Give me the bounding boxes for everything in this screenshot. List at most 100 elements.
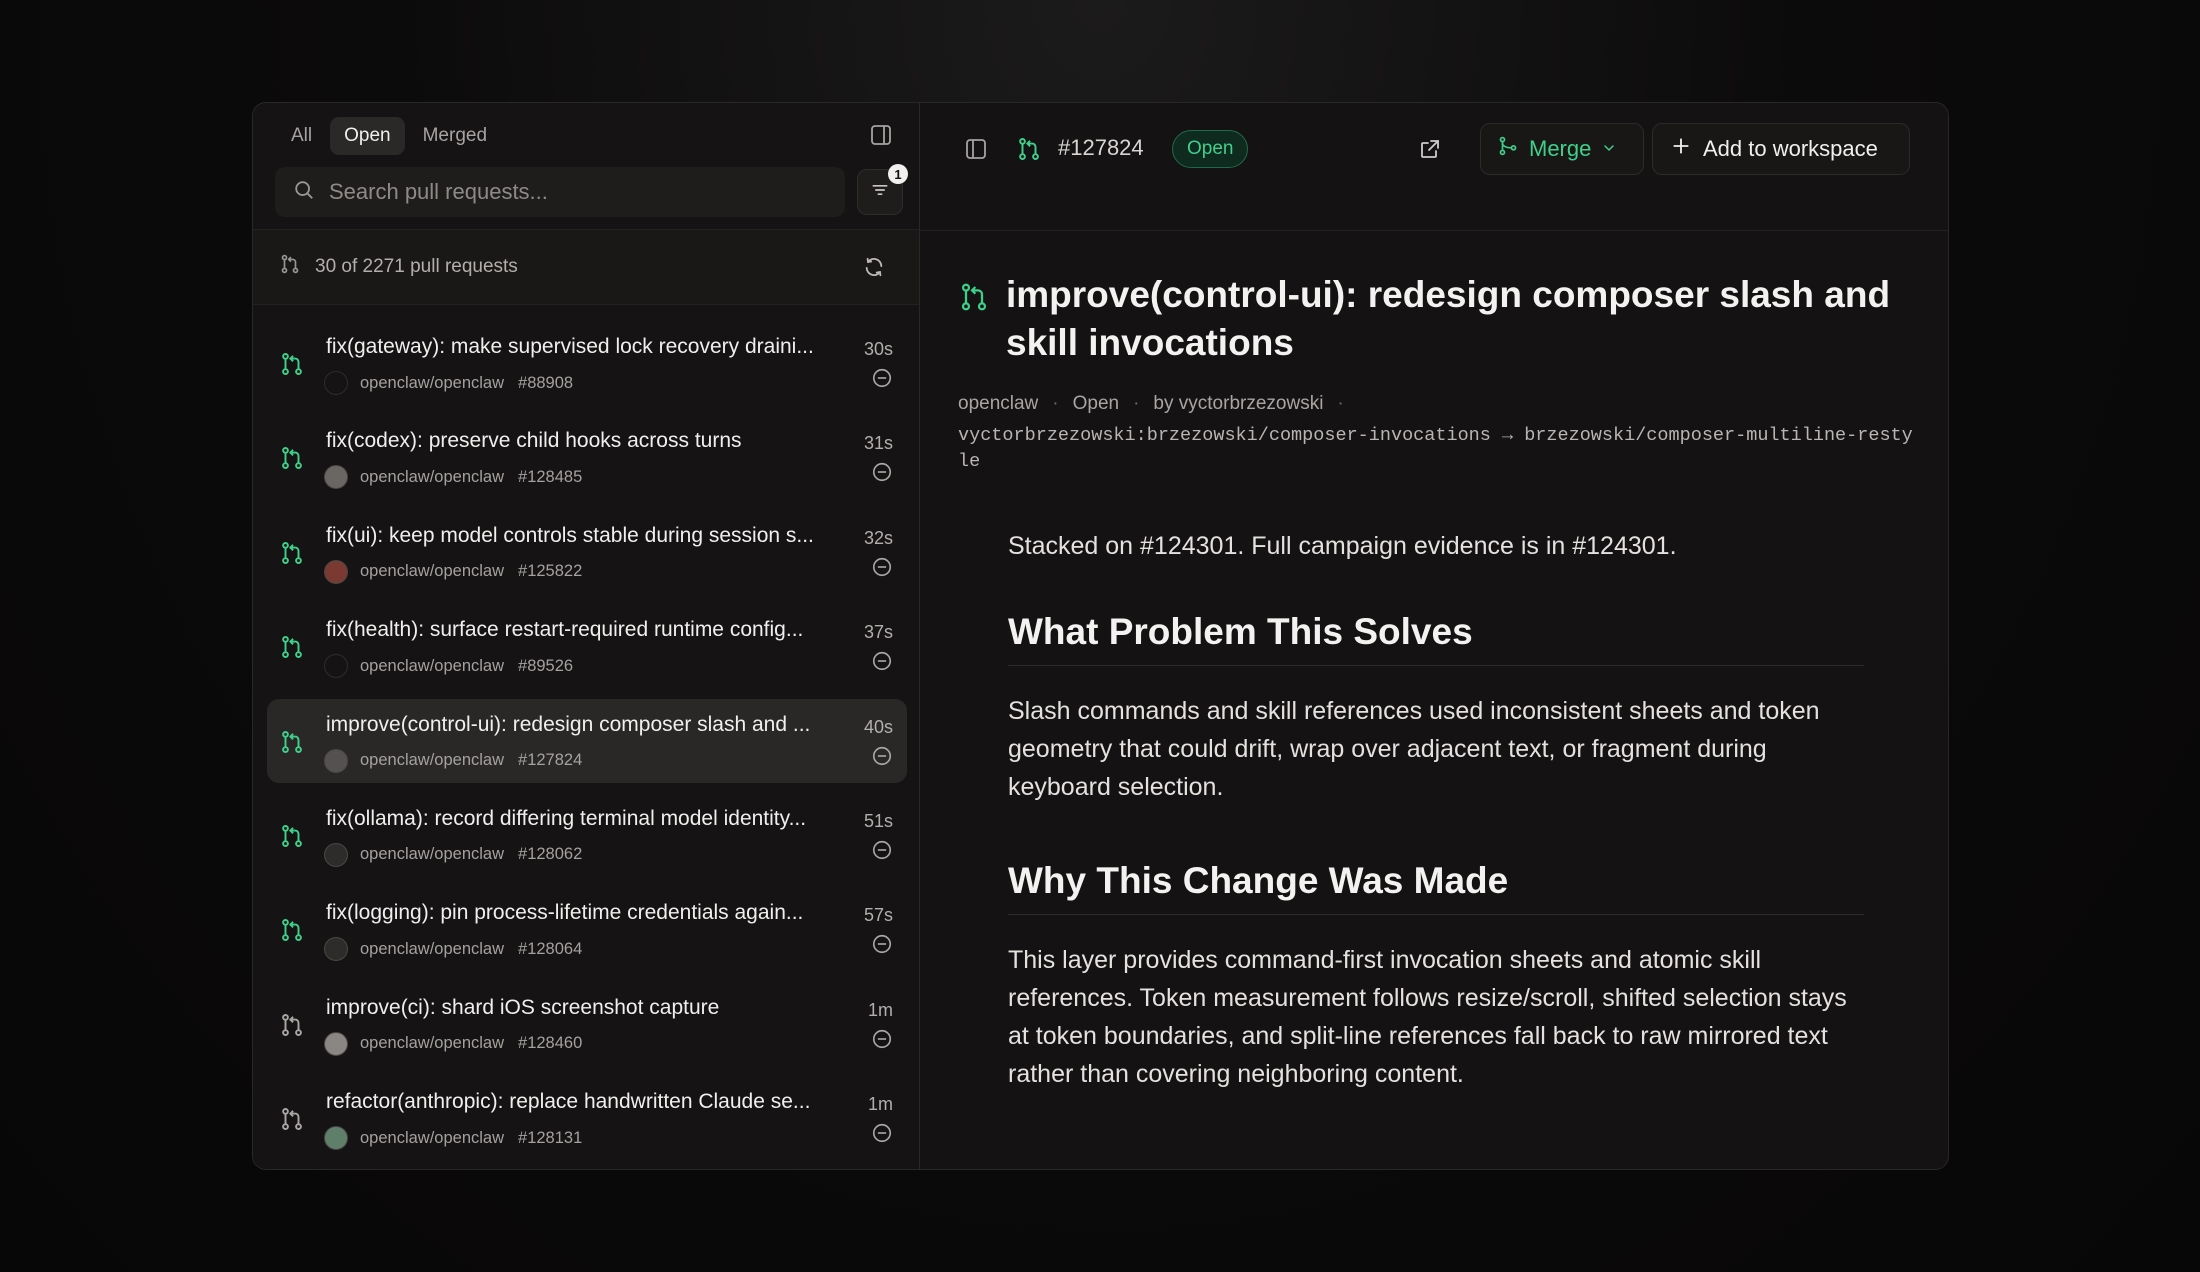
separator: · (1133, 393, 1140, 414)
pr-detail-meta: openclaw · Open · by vyctorbrzezowski · (958, 393, 1344, 415)
pr-time: 37s (863, 622, 893, 643)
merge-label: Merge (1529, 136, 1592, 161)
pr-detail-pane: #127824 Open Merge Add to workspace impr… (920, 103, 1948, 1169)
section-heading-problem: What Problem This Solves (1008, 611, 1864, 666)
avatar (324, 842, 348, 867)
section-text-problem: Slash commands and skill references used… (1008, 697, 1820, 801)
minus-circle-icon (871, 461, 893, 488)
section-heading-why: Why This Change Was Made (1008, 860, 1864, 915)
plus-icon (1671, 136, 1691, 162)
pr-description: Stacked on #124301. Full campaign eviden… (1008, 527, 1864, 1093)
avatar (324, 559, 348, 584)
pr-count-bar: 30 of 2271 pull requests (253, 229, 919, 305)
pr-count-label: 30 of 2271 pull requests (315, 256, 518, 277)
filter-button[interactable]: 1 (857, 164, 908, 215)
meta-author[interactable]: by vyctorbrzezowski (1153, 393, 1323, 415)
pr-repo: openclaw/openclaw (360, 845, 505, 864)
pr-time: 51s (863, 810, 893, 831)
chevron-down-icon (1601, 136, 1617, 162)
meta-repo[interactable]: openclaw (958, 393, 1038, 415)
pr-number: #88908 (518, 373, 574, 392)
list-item[interactable]: improve(ci): shard iOS screenshot captur… (267, 982, 907, 1066)
pr-title: fix(logging): pin process-lifetime crede… (326, 901, 804, 925)
separator: · (1052, 393, 1059, 414)
pr-repo: openclaw/openclaw (360, 656, 505, 675)
filter-count-badge: 1 (888, 164, 908, 184)
avatar (324, 937, 348, 962)
list-item[interactable]: fix(health): surface restart-required ru… (267, 604, 907, 688)
pr-time: 1m (867, 999, 893, 1020)
list-item[interactable]: fix(ollama): record differing terminal m… (267, 793, 907, 877)
pr-list-pane: All Open Merged 1 30 of 2271 pull reques… (253, 103, 920, 1169)
pr-number: #128064 (518, 939, 583, 958)
pr-title: fix(health): surface restart-required ru… (326, 618, 804, 642)
filter-tabs: All Open Merged (277, 117, 501, 155)
pr-meta: openclaw/openclaw #128460 (324, 1031, 583, 1056)
minus-circle-icon (871, 745, 893, 772)
filter-icon (870, 180, 890, 205)
minus-circle-icon (871, 839, 893, 866)
pr-title: improve(ci): shard iOS screenshot captur… (326, 995, 720, 1019)
pr-number: #89526 (518, 656, 574, 675)
pull-request-open-icon (279, 351, 305, 382)
avatar (324, 371, 348, 395)
pull-request-open-icon (279, 917, 305, 948)
pr-detail-title: improve(control-ui): redesign composer s… (1006, 274, 1891, 363)
pr-number: #128062 (518, 845, 583, 864)
pull-request-icon (279, 1012, 305, 1043)
pr-time: 57s (863, 905, 893, 926)
pr-title: fix(ollama): record differing terminal m… (326, 806, 807, 830)
pr-time: 30s (863, 339, 893, 359)
list-item[interactable]: fix(ui): keep model controls stable duri… (267, 510, 907, 594)
avatar (324, 1126, 348, 1151)
pr-number: #128485 (518, 467, 583, 486)
external-link-icon[interactable] (1418, 137, 1442, 166)
panel-toggle-icon[interactable] (869, 123, 893, 147)
pr-number: #125822 (518, 562, 583, 581)
pr-number: #127824 (1058, 135, 1144, 160)
list-item[interactable]: fix(logging): pin process-lifetime crede… (267, 887, 907, 971)
sidebar-toggle-icon[interactable] (964, 137, 988, 166)
merge-icon (1497, 135, 1519, 163)
pull-request-open-icon (958, 281, 990, 318)
tab-merged[interactable]: Merged (409, 117, 501, 155)
merge-button[interactable]: Merge (1480, 123, 1644, 175)
pull-request-open-icon (1016, 136, 1042, 167)
pr-number: #128460 (518, 1034, 583, 1053)
pr-repo: openclaw/openclaw (360, 751, 505, 770)
pr-meta: openclaw/openclaw #128062 (324, 842, 583, 867)
pr-meta: openclaw/openclaw #88908 (324, 371, 573, 395)
pr-time: 40s (863, 716, 893, 737)
separator: · (1337, 393, 1344, 414)
tab-all[interactable]: All (277, 117, 326, 155)
minus-circle-icon (871, 367, 893, 394)
pull-request-open-icon (279, 729, 305, 760)
pull-request-open-icon (279, 445, 305, 476)
list-item[interactable]: refactor(anthropic): replace handwritten… (267, 1076, 907, 1160)
pr-repo: openclaw/openclaw (360, 1128, 505, 1147)
pr-number: #128131 (518, 1128, 583, 1147)
refresh-icon[interactable] (863, 256, 885, 284)
app-window: All Open Merged 1 30 of 2271 pull reques… (252, 102, 1949, 1170)
pr-list: fix(gateway): make supervised lock recov… (267, 321, 907, 1169)
pr-repo: openclaw/openclaw (360, 939, 505, 958)
avatar (324, 465, 348, 490)
tab-open[interactable]: Open (330, 117, 405, 155)
search-input[interactable] (329, 179, 809, 205)
pr-time: 1m (867, 1094, 893, 1115)
pull-request-open-icon (279, 540, 305, 571)
pr-title: refactor(anthropic): replace handwritten… (326, 1090, 811, 1114)
avatar (324, 654, 348, 679)
pr-title: improve(control-ui): redesign composer s… (326, 712, 811, 736)
pr-time: 31s (863, 433, 893, 454)
list-item[interactable]: fix(codex): preserve child hooks across … (267, 415, 907, 499)
add-to-workspace-button[interactable]: Add to workspace (1652, 123, 1910, 175)
pr-title: fix(codex): preserve child hooks across … (326, 429, 742, 453)
list-item-selected[interactable]: improve(control-ui): redesign composer s… (267, 698, 907, 783)
pr-title: fix(ui): keep model controls stable duri… (326, 523, 814, 547)
branch-info: vyctorbrzezowski:brzezowski/composer-inv… (958, 425, 1913, 472)
minus-circle-icon (871, 933, 893, 960)
pull-request-open-icon (279, 823, 305, 854)
search-bar (275, 167, 845, 217)
list-item[interactable]: fix(gateway): make supervised lock recov… (267, 321, 907, 405)
